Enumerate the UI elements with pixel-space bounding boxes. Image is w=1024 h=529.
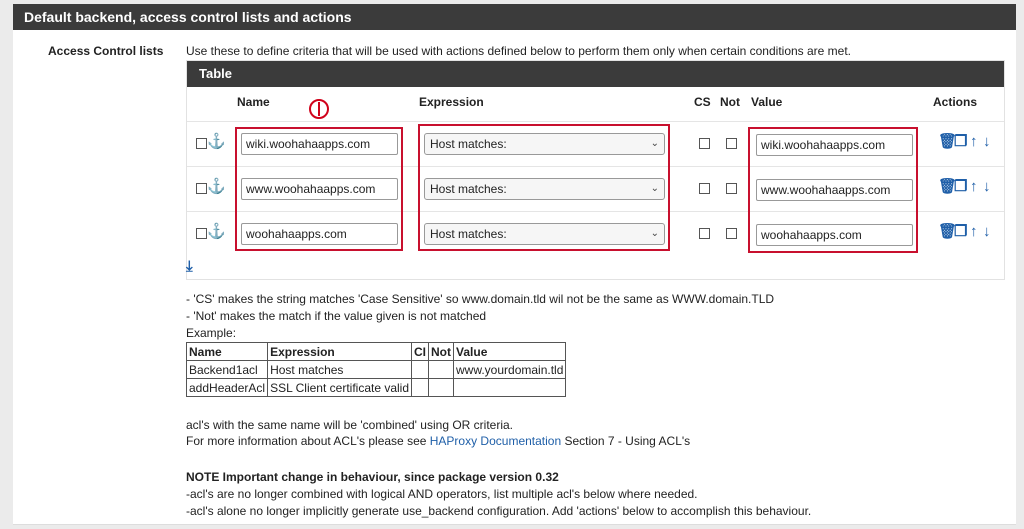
section-header: Default backend, access control lists an… — [13, 4, 1016, 30]
example-header-not: Not — [428, 342, 455, 361]
row-controls: ⚓ — [196, 179, 226, 197]
arrow-down-icon[interactable]: ↓ — [983, 178, 991, 196]
row-actions: 🗑 ❐ ↑ ↓ — [938, 133, 998, 153]
example-cell — [411, 360, 430, 379]
cs-checkbox[interactable] — [699, 228, 710, 239]
help-cs-text: - 'CS' makes the string matches 'Case Se… — [186, 292, 775, 306]
checkbox-icon[interactable] — [196, 183, 207, 194]
row-actions: 🗑 ❐ ↑ ↓ — [938, 178, 998, 198]
note-line-1: -acl's are no longer combined with logic… — [186, 487, 698, 501]
anchor-icon[interactable]: ⚓ — [207, 224, 226, 240]
note-line-2: -acl's alone no longer implicitly genera… — [186, 504, 812, 518]
example-header-ci: CI — [411, 342, 430, 361]
col-value-header: Value — [751, 95, 783, 109]
example-cell — [428, 378, 455, 397]
example-header-name: Name — [185, 342, 269, 361]
example-cell: addHeaderAcl — [185, 378, 269, 397]
example-cell: Backend1acl — [185, 360, 269, 379]
row-actions: 🗑 ❐ ↑ ↓ — [938, 223, 998, 243]
arrow-up-icon[interactable]: ↑ — [970, 178, 978, 196]
help-more-info-prefix: For more information about ACL's please … — [186, 434, 430, 448]
help-more-info-suffix: Section 7 - Using ACL's — [561, 434, 691, 448]
col-expression-header: Expression — [419, 95, 484, 109]
anchor-icon[interactable]: ⚓ — [207, 134, 226, 150]
help-example-label: Example: — [186, 326, 237, 340]
row-controls: ⚓ — [196, 224, 226, 242]
annotation-box-value-column — [748, 127, 918, 253]
example-header-value: Value — [453, 342, 567, 361]
example-row: addHeaderAcl SSL Client certificate vali… — [185, 378, 567, 397]
col-actions-header: Actions — [933, 95, 978, 109]
not-checkbox[interactable] — [726, 138, 737, 149]
help-combined-text: acl's with the same name will be 'combin… — [186, 418, 514, 432]
note-title-text: NOTE Important change in behaviour, sinc… — [186, 470, 559, 484]
row-controls: ⚓ — [196, 134, 226, 152]
copy-icon[interactable]: ❐ — [954, 133, 967, 151]
col-not-header: Not — [720, 95, 740, 109]
haproxy-docs-link[interactable]: HAProxy Documentation — [430, 434, 561, 448]
col-name-header: Name — [237, 95, 270, 109]
add-row-arrow-icon[interactable]: ⤓ — [186, 258, 193, 275]
example-row: Backend1acl Host matches www.yourdomain.… — [185, 360, 567, 379]
example-cell: www.yourdomain.tld — [453, 360, 567, 379]
example-header-row: Name Expression CI Not Value — [185, 342, 567, 361]
arrow-up-icon[interactable]: ↑ — [970, 223, 978, 241]
copy-icon[interactable]: ❐ — [954, 178, 967, 196]
not-checkbox[interactable] — [726, 183, 737, 194]
arrow-up-icon[interactable]: ↑ — [970, 133, 978, 151]
acl-row-label: Access Control lists — [48, 44, 164, 58]
copy-icon[interactable]: ❐ — [954, 223, 967, 241]
acl-table-title: Table — [187, 61, 1004, 87]
acl-intro-text: Use these to define criteria that will b… — [186, 44, 852, 58]
annotation-box-name-column — [235, 127, 403, 251]
arrow-down-icon[interactable]: ↓ — [983, 133, 991, 151]
cs-checkbox[interactable] — [699, 183, 710, 194]
example-cell: SSL Client certificate valid — [267, 378, 413, 397]
help-not-text: - 'Not' makes the match if the value giv… — [186, 309, 487, 323]
checkbox-icon[interactable] — [196, 138, 207, 149]
cs-checkbox[interactable] — [699, 138, 710, 149]
annotation-box-expression-column — [418, 124, 670, 251]
checkbox-icon[interactable] — [196, 228, 207, 239]
example-cell — [453, 378, 567, 397]
anchor-icon[interactable]: ⚓ — [207, 179, 226, 195]
annotation-marker-1 — [309, 99, 329, 119]
note-title: NOTE Important change in behaviour, sinc… — [186, 470, 559, 484]
example-cell — [411, 378, 430, 397]
arrow-down-icon[interactable]: ↓ — [983, 223, 991, 241]
annotation-marker-stroke — [318, 102, 320, 116]
not-checkbox[interactable] — [726, 228, 737, 239]
example-cell: Host matches — [267, 360, 413, 379]
example-header-expression: Expression — [267, 342, 413, 361]
col-cs-header: CS — [694, 95, 711, 109]
example-table: Name Expression CI Not Value Backend1acl… — [185, 342, 567, 397]
help-more-info: For more information about ACL's please … — [186, 434, 690, 448]
example-cell — [428, 360, 455, 379]
